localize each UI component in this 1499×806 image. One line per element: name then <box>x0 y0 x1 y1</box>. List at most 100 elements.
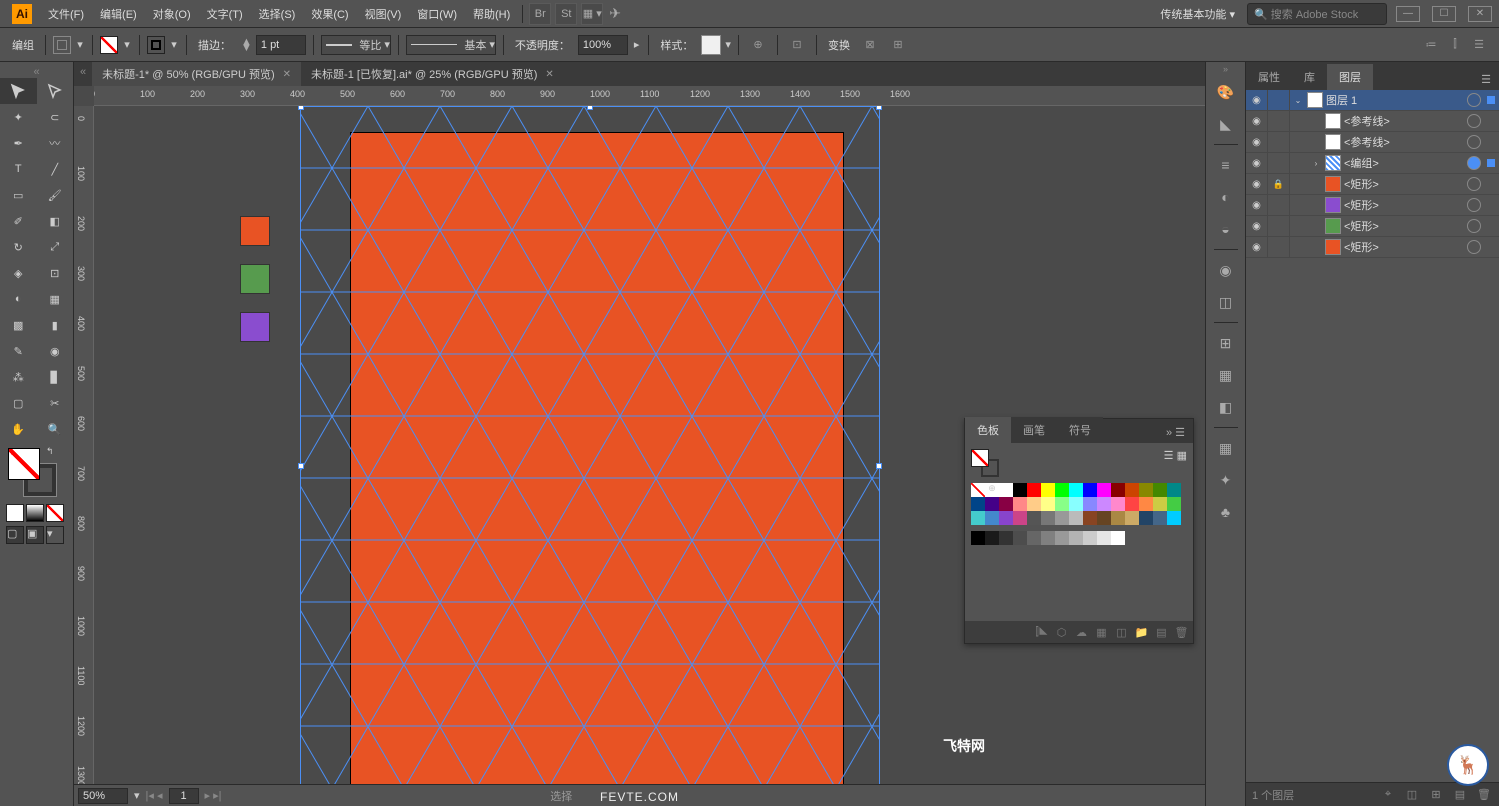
align-panel-icon[interactable]: ⊞ <box>1212 329 1240 357</box>
tool-eraser[interactable]: ◧ <box>37 208 74 234</box>
fill-stroke-control[interactable]: ↰ <box>0 442 73 502</box>
clip-mask-icon[interactable]: ◫ <box>1403 786 1421 804</box>
tool-width[interactable]: ◈ <box>0 260 37 286</box>
swatch-cell[interactable] <box>999 483 1013 497</box>
swatch-cell[interactable] <box>971 531 985 545</box>
panel-opt1-icon[interactable]: ≔ <box>1419 33 1443 57</box>
lock-icon[interactable] <box>1268 111 1290 131</box>
tab-symbols[interactable]: 符号 <box>1057 417 1103 443</box>
visibility-icon[interactable]: ◉ <box>1246 90 1268 110</box>
tool-slice[interactable]: ✂ <box>37 390 74 416</box>
swatch-cell[interactable] <box>1125 497 1139 511</box>
target-icon[interactable] <box>1467 240 1481 254</box>
tool-brush[interactable]: 🖌 <box>37 182 74 208</box>
panel-menu-icon[interactable]: ☰ <box>1467 33 1491 57</box>
swatch-cell[interactable] <box>1153 483 1167 497</box>
swatch-cell[interactable]: ⊕ <box>985 483 999 497</box>
swatch-cell[interactable] <box>1097 531 1111 545</box>
stroke-stepper[interactable]: ▲▼ <box>241 39 252 51</box>
layers-list[interactable]: ◉⌄图层 1◉<参考线>◉<参考线>◉›<编组>◉🔒<矩形>◉<矩形>◉<矩形>… <box>1246 90 1499 436</box>
graphic-styles-icon[interactable]: ◫ <box>1212 288 1240 316</box>
workspace-switcher[interactable]: 传统基本功能 ▾ <box>1154 4 1241 24</box>
swatch-cell[interactable] <box>1083 497 1097 511</box>
canvas-swatch[interactable] <box>240 312 270 342</box>
swatch-grid[interactable]: ⊕ <box>971 483 1181 525</box>
swatch-cell[interactable] <box>1139 483 1153 497</box>
tool-rectangle[interactable]: ▭ <box>0 182 37 208</box>
tool-zoom[interactable]: 🔍 <box>37 416 74 442</box>
swatch-cell[interactable] <box>1013 531 1027 545</box>
new-folder-icon[interactable]: 📁 <box>1133 624 1150 641</box>
delete-swatch-icon[interactable]: 🗑 <box>1173 624 1190 641</box>
canvas-swatch[interactable] <box>240 216 270 246</box>
tool-perspective[interactable]: ▦ <box>37 286 74 312</box>
new-swatch-icon[interactable]: ▤ <box>1153 624 1170 641</box>
visibility-icon[interactable]: ◉ <box>1246 237 1268 257</box>
gradient-mode-icon[interactable] <box>26 504 44 522</box>
tool-selection[interactable] <box>0 78 37 104</box>
lock-icon[interactable]: 🔒 <box>1268 174 1290 194</box>
tab-properties[interactable]: 属性 <box>1246 64 1292 90</box>
tool-shaper[interactable]: ✐ <box>0 208 37 234</box>
recolor-icon[interactable]: ⊕ <box>746 33 770 57</box>
swatch-cell[interactable] <box>1125 483 1139 497</box>
tool-curvature[interactable]: 〰 <box>37 130 74 156</box>
swatch-cell[interactable] <box>1167 497 1181 511</box>
swatches-panel[interactable]: 色板 画笔 符号 » ☰ ☰ ▦ ⊕ ⫿◣ ⬡ ☁ ▦ ◫ 📁 ▤ 🗑 <box>964 418 1194 644</box>
lock-icon[interactable] <box>1268 237 1290 257</box>
fill-target-icon[interactable] <box>53 36 71 54</box>
tool-symbol-spray[interactable]: ⁂ <box>0 364 37 390</box>
new-group-icon[interactable]: ◫ <box>1113 624 1130 641</box>
tool-rotate[interactable]: ↻ <box>0 234 37 260</box>
swatches-dock-icon[interactable]: ▦ <box>1212 434 1240 462</box>
fill-swatch[interactable] <box>100 36 118 54</box>
tool-line[interactable]: ╱ <box>37 156 74 182</box>
tool-graph[interactable]: ▊ <box>37 364 74 390</box>
align-icon[interactable]: ⊡ <box>785 33 809 57</box>
screen-mode-1[interactable]: ▢ <box>6 526 24 544</box>
drawing-mode[interactable]: ▾ <box>46 526 64 544</box>
tool-pen[interactable]: ✒ <box>0 130 37 156</box>
swatch-cell[interactable] <box>1083 531 1097 545</box>
swatch-cell[interactable] <box>1111 483 1125 497</box>
tool-scale[interactable]: ⤢ <box>37 234 74 260</box>
none-mode-icon[interactable] <box>46 504 64 522</box>
tab-doc1[interactable]: 未标题-1* @ 50% (RGB/GPU 预览)✕ <box>92 62 301 86</box>
tool-hand[interactable]: ✋ <box>0 416 37 442</box>
bridge-button[interactable]: Br <box>529 3 551 25</box>
swatch-options-icon[interactable]: ▦ <box>1093 624 1110 641</box>
swatch-cell[interactable] <box>1069 511 1083 525</box>
appearance-icon[interactable]: ◉ <box>1212 256 1240 284</box>
tool-artboard[interactable]: ▢ <box>0 390 37 416</box>
grid-view-icon[interactable]: ▦ <box>1177 450 1187 462</box>
visibility-icon[interactable]: ◉ <box>1246 216 1268 236</box>
swatch-cell[interactable] <box>1027 531 1041 545</box>
swatch-cell[interactable] <box>1083 511 1097 525</box>
tool-free-transform[interactable]: ⊡ <box>37 260 74 286</box>
swatch-cell[interactable] <box>1097 497 1111 511</box>
color-panel-icon[interactable]: 🎨 <box>1212 78 1240 106</box>
minimize-button[interactable]: — <box>1396 6 1420 22</box>
swatch-cell[interactable] <box>1041 511 1055 525</box>
style-swatch[interactable] <box>701 35 721 55</box>
brush-def-select[interactable]: 基本▾ <box>406 35 496 55</box>
swatch-cell[interactable] <box>999 511 1013 525</box>
swatch-cell[interactable] <box>1153 497 1167 511</box>
list-view-icon[interactable]: ☰ <box>1164 450 1174 462</box>
tab-libraries[interactable]: 库 <box>1292 64 1327 90</box>
swatch-cell[interactable] <box>1167 511 1181 525</box>
zoom-input[interactable] <box>78 788 128 804</box>
tool-mesh[interactable]: ▩ <box>0 312 37 338</box>
maximize-button[interactable]: ☐ <box>1432 6 1456 22</box>
tab-swatches[interactable]: 色板 <box>965 417 1011 443</box>
menu-select[interactable]: 选择(S) <box>251 2 304 26</box>
close-button[interactable]: ✕ <box>1468 6 1492 22</box>
visibility-icon[interactable]: ◉ <box>1246 195 1268 215</box>
screen-mode-2[interactable]: ▣ <box>26 526 44 544</box>
stock-button[interactable]: St <box>555 3 577 25</box>
layer-row[interactable]: ◉🔒<矩形> <box>1246 174 1499 195</box>
width-profile-select[interactable]: 等比▾ <box>321 35 391 55</box>
menu-edit[interactable]: 编辑(E) <box>92 2 145 26</box>
arrange-button[interactable]: ▦ ▾ <box>581 3 603 25</box>
layer-row[interactable]: ◉<参考线> <box>1246 132 1499 153</box>
